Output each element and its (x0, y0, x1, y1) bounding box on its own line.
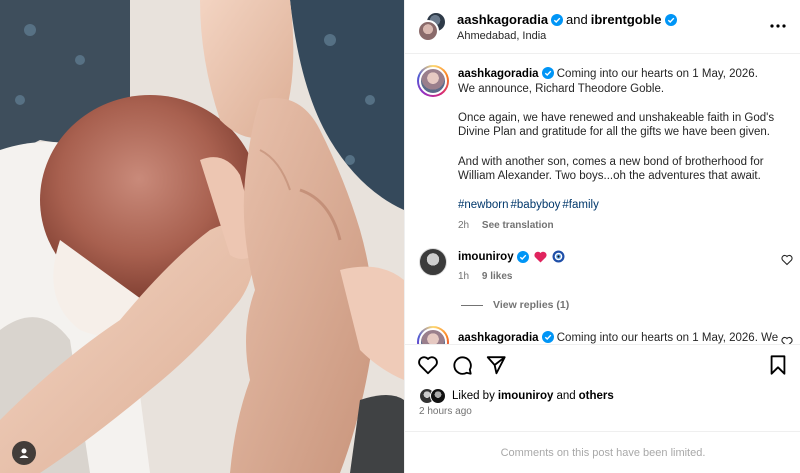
comment-username[interactable]: imouniroy (458, 251, 514, 263)
action-bar (405, 344, 800, 384)
nazar-emoji-icon (552, 250, 565, 263)
collaborator-username[interactable]: ibrentgoble (591, 12, 662, 27)
post-authors: aashkagoradia and ibrentgoble (457, 12, 677, 27)
comments-limited-text: Comments on this post have been limited. (500, 446, 706, 459)
view-replies-label: View replies (1) (493, 299, 570, 311)
liked-by-and: and (556, 390, 576, 402)
verified-badge-icon (516, 250, 529, 263)
hashtag-link[interactable]: #babyboy (511, 199, 561, 211)
comments-section[interactable]: aashkagoradia Coming into our hearts on … (405, 55, 800, 344)
caption-avatar[interactable] (417, 65, 449, 97)
divider-dash (461, 304, 483, 306)
comment-username[interactable]: aashkagoradia (458, 332, 539, 344)
share-icon[interactable] (485, 354, 507, 376)
author-username[interactable]: aashkagoradia (457, 12, 548, 27)
caption-meta: 2h See translation (458, 220, 564, 231)
liked-by: Liked by imouniroy and others (419, 386, 614, 406)
newborn-hands-photo (0, 0, 404, 473)
caption-text-2: Once again, we have renewed and unshakea… (458, 111, 775, 139)
caption-username[interactable]: aashkagoradia (458, 68, 539, 80)
verified-badge-icon (551, 13, 564, 26)
comment-like-heart-icon[interactable] (781, 254, 793, 266)
avatar-author[interactable] (417, 20, 439, 42)
bookmark-icon[interactable] (767, 354, 789, 376)
heart-icon[interactable] (417, 354, 439, 376)
more-options-button[interactable] (767, 16, 789, 36)
caption-hashtags: #newborn #babyboy #family (458, 199, 601, 211)
collab-avatars[interactable] (417, 11, 449, 43)
post-photo[interactable] (0, 0, 404, 473)
and-text: and (566, 12, 588, 27)
comment-time[interactable]: 1h (458, 271, 469, 282)
post-header: aashkagoradia and ibrentgoble Ahmedabad,… (405, 0, 800, 54)
comment-likes[interactable]: 9 likes (482, 271, 513, 282)
verified-badge-icon (541, 331, 554, 343)
heart-emoji-icon (534, 251, 547, 262)
post-side-panel: aashkagoradia and ibrentgoble Ahmedabad,… (404, 0, 800, 473)
comment-icon[interactable] (451, 354, 473, 376)
comment-meta: 1h 9 likes (458, 271, 523, 282)
comment-text: Coming into our hearts on 1 May, 2026. W… (556, 332, 778, 344)
verified-badge-icon (541, 67, 554, 79)
liked-by-prefix: Liked by (452, 390, 495, 402)
post-location[interactable]: Ahmedabad, India (457, 30, 546, 42)
liked-by-others[interactable]: others (579, 390, 614, 402)
person-icon (19, 448, 29, 458)
caption-text-3: And with another son, comes a new bond o… (458, 155, 764, 183)
see-translation-button[interactable]: See translation (482, 220, 554, 231)
liked-by-user[interactable]: imouniroy (498, 390, 554, 402)
comment-avatar[interactable] (417, 326, 449, 344)
comment-avatar[interactable] (419, 248, 447, 276)
comments-limited-notice: Comments on this post have been limited. (405, 431, 800, 473)
caption: aashkagoradia Coming into our hearts on … (458, 67, 778, 198)
hashtag-link[interactable]: #family (562, 199, 598, 211)
comment-line: aashkagoradia Coming into our hearts on … (458, 331, 778, 344)
view-replies-button[interactable]: View replies (1) (461, 299, 569, 311)
comment-line: imouniroy (458, 250, 565, 263)
verified-badge-icon (664, 13, 677, 26)
hashtag-link[interactable]: #newborn (458, 199, 509, 211)
tagged-user-icon[interactable] (12, 441, 36, 465)
caption-time[interactable]: 2h (458, 220, 469, 231)
post-timestamp[interactable]: 2 hours ago (419, 406, 472, 417)
liker-avatar[interactable] (430, 388, 446, 404)
more-horizontal-icon (770, 24, 786, 28)
comment-like-heart-icon[interactable] (781, 336, 793, 344)
post-modal: aashkagoradia and ibrentgoble Ahmedabad,… (0, 0, 800, 473)
